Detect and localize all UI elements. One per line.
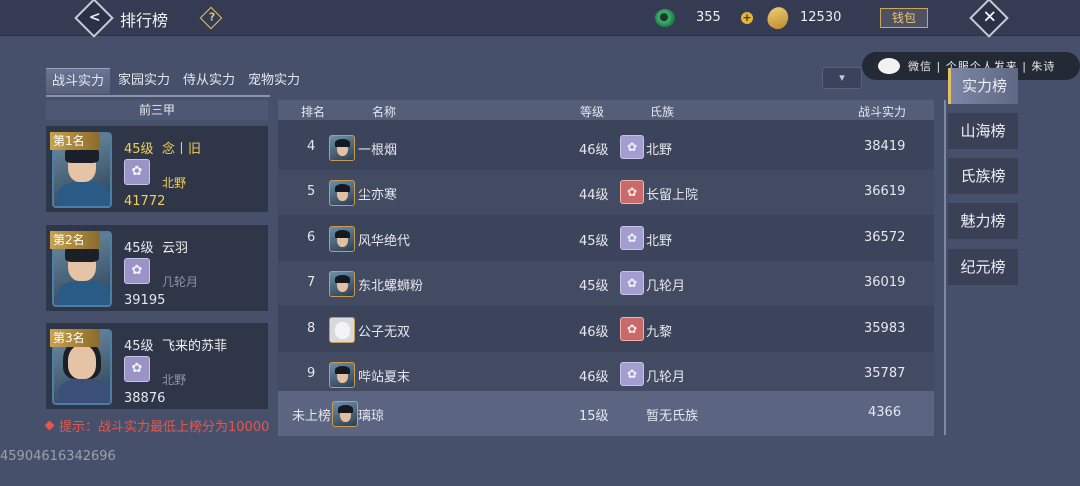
table-row[interactable]: 5 尘亦寒 44级 ✿ 长留上院 36619	[278, 170, 934, 215]
tab-underline	[46, 95, 270, 97]
col-level: 等级	[580, 105, 605, 119]
nav-power-ranking[interactable]: 实力榜	[948, 68, 1018, 104]
user-id: 45904616342696	[0, 449, 116, 464]
avatar	[329, 180, 355, 206]
clan-emblem-icon: ✿	[124, 356, 150, 382]
top-three-header: 前三甲	[46, 100, 268, 120]
avatar	[332, 401, 358, 427]
nav-shanhai-ranking[interactable]: 山海榜	[948, 113, 1018, 149]
clan-emblem-icon: ✿	[620, 362, 644, 386]
sort-dropdown[interactable]: ▾	[822, 67, 862, 89]
table-row[interactable]: 6 风华绝代 45级 ✿ 北野 36572	[278, 216, 934, 261]
col-name: 名称	[372, 105, 397, 119]
rank-badge: 第3名	[50, 329, 100, 347]
table-row[interactable]: 4 一根烟 46级 ✿ 北野 38419	[278, 125, 934, 170]
avatar	[329, 317, 355, 343]
clan-emblem-icon: ✿	[620, 180, 644, 204]
clan-emblem-icon: ✿	[620, 271, 644, 295]
col-rank: 排名	[301, 105, 326, 119]
warning-diamond-icon	[44, 420, 55, 431]
level: 45级	[124, 142, 154, 157]
avatar	[329, 362, 355, 388]
jade-currency-icon	[655, 9, 675, 27]
clan-name: 北野	[162, 373, 187, 387]
avatar	[329, 226, 355, 252]
wallet-button[interactable]: 钱包	[880, 8, 928, 28]
podium-card-2[interactable]: 第2名 45级 云羽 ✿ 几轮月 39195	[46, 225, 268, 311]
help-icon[interactable]: ?	[199, 6, 223, 30]
clan-emblem-icon: ✿	[124, 159, 150, 185]
nav-clan-ranking[interactable]: 氏族榜	[948, 158, 1018, 194]
clan-emblem-icon: ✿	[620, 135, 644, 159]
panel-divider	[944, 100, 946, 435]
battle-power: 41772	[124, 194, 166, 209]
gold-currency-icon	[764, 3, 792, 33]
add-currency-icon[interactable]: +	[741, 12, 753, 24]
clan-emblem-icon: ✿	[124, 258, 150, 284]
clan-emblem-icon: ✿	[620, 317, 644, 341]
jade-amount: 355	[696, 10, 721, 25]
rank-badge: 第2名	[50, 231, 100, 249]
podium-card-3[interactable]: 第3名 45级 飞来的苏菲 ✿ 北野 38876	[46, 323, 268, 409]
clan-emblem-icon: ✿	[620, 226, 644, 250]
tab-pet-power[interactable]: 宠物实力	[242, 68, 306, 94]
battle-power: 38876	[124, 391, 166, 406]
back-button[interactable]: <	[74, 0, 114, 38]
ranking-table: 排名 名称 等级 氏族 战斗实力 4 一根烟 46级 ✿ 北野 38419 5 …	[278, 100, 934, 436]
gold-amount: 12530	[800, 10, 842, 25]
level: 45级	[124, 241, 154, 256]
self-ranking-row: 未上榜 璃琼 15级 暂无氏族 4366	[278, 391, 934, 436]
clan-name: 北野	[162, 176, 187, 190]
clan-name: 几轮月	[162, 275, 199, 289]
player-name: 飞来的苏菲	[162, 339, 228, 354]
avatar	[329, 135, 355, 161]
player-name: 念丨旧	[162, 142, 202, 157]
back-arrow-icon: <	[88, 9, 101, 26]
page-title: 排行榜	[120, 11, 169, 30]
table-row[interactable]: 8 公子无双 46级 ✿ 九黎 35983	[278, 307, 934, 352]
close-button[interactable]: ✕	[969, 0, 1009, 38]
table-header: 排名 名称 等级 氏族 战斗实力	[278, 100, 934, 120]
nav-charm-ranking[interactable]: 魅力榜	[948, 203, 1018, 239]
col-power: 战斗实力	[858, 105, 907, 119]
col-clan: 氏族	[650, 105, 675, 119]
tab-battle-power[interactable]: 战斗实力	[46, 68, 111, 94]
player-name: 云羽	[162, 241, 189, 256]
podium-card-1[interactable]: 第1名 45级 念丨旧 ✿ 北野 41772	[46, 126, 268, 212]
tab-home-power[interactable]: 家园实力	[112, 68, 176, 94]
tab-servant-power[interactable]: 侍从实力	[177, 68, 241, 94]
table-row[interactable]: 7 东北螺蛳粉 45级 ✿ 几轮月 36019	[278, 261, 934, 306]
avatar	[329, 271, 355, 297]
top-bar: < 排行榜 ? 355 + 12530 钱包 ✕	[0, 0, 1080, 38]
nav-era-ranking[interactable]: 纪元榜	[948, 249, 1018, 285]
close-icon: ✕	[982, 7, 997, 28]
ranking-category-nav: 实力榜 山海榜 氏族榜 魅力榜 纪元榜	[948, 64, 1080, 486]
level: 45级	[124, 339, 154, 354]
wechat-icon	[878, 58, 900, 74]
min-score-tip: 提示：战斗实力最低上榜分为10000	[44, 416, 269, 435]
battle-power: 39195	[124, 293, 166, 308]
rank-badge: 第1名	[50, 132, 100, 150]
